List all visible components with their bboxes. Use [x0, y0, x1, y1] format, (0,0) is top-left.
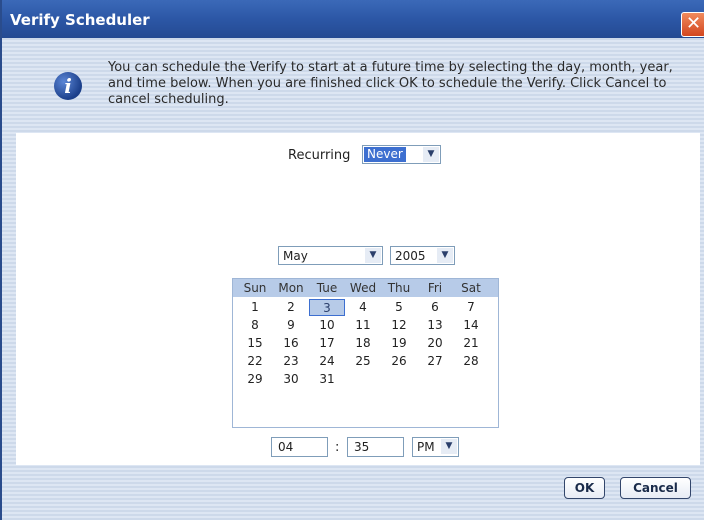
calendar-day[interactable]: 4 — [345, 299, 381, 316]
calendar-day[interactable]: 5 — [381, 299, 417, 316]
calendar-day[interactable]: 18 — [345, 335, 381, 352]
calendar-day[interactable]: 8 — [237, 317, 273, 334]
day-of-week-label: Fri — [427, 281, 443, 295]
calendar-day[interactable]: 20 — [417, 335, 453, 352]
hour-value: 04 — [278, 440, 294, 454]
calendar-day[interactable]: 7 — [453, 299, 489, 316]
cancel-button[interactable]: Cancel — [620, 477, 691, 499]
hour-field[interactable]: 04 — [271, 437, 328, 457]
calendar-day[interactable]: 27 — [417, 353, 453, 370]
calendar-day[interactable]: 19 — [381, 335, 417, 352]
chevron-down-icon[interactable]: ▼ — [423, 147, 439, 162]
ampm-select[interactable]: PM ▼ — [412, 437, 459, 457]
dialog-window: Verify Scheduler ✕ i You can schedule th… — [0, 0, 704, 520]
close-icon[interactable]: ✕ — [681, 12, 704, 37]
chevron-down-icon[interactable]: ▼ — [441, 439, 457, 454]
calendar-day[interactable]: 30 — [273, 371, 309, 388]
calendar-day[interactable]: 17 — [309, 335, 345, 352]
calendar-day[interactable]: 24 — [309, 353, 345, 370]
recurring-label: Recurring — [288, 148, 351, 163]
calendar-day[interactable]: 26 — [381, 353, 417, 370]
calendar-day[interactable]: 9 — [273, 317, 309, 334]
month-value: May — [283, 249, 308, 263]
calendar-day[interactable]: 15 — [237, 335, 273, 352]
calendar-day[interactable]: 25 — [345, 353, 381, 370]
minute-value: 35 — [354, 440, 370, 454]
ok-button[interactable]: OK — [564, 477, 605, 499]
calendar-day[interactable]: 10 — [309, 317, 345, 334]
calendar-day[interactable]: 21 — [453, 335, 489, 352]
chevron-down-icon[interactable]: ▼ — [365, 248, 381, 263]
window-title: Verify Scheduler — [10, 11, 150, 29]
calendar-day[interactable]: 16 — [273, 335, 309, 352]
calendar-grid: Sun Mon Tue Wed Thu Fri Sat 1 2 3 4 5 6 7 8 9 10 11 12 13 14… — [232, 278, 499, 428]
calendar-day[interactable]: 28 — [453, 353, 489, 370]
calendar-day[interactable]: 29 — [237, 371, 273, 388]
year-value: 2005 — [395, 249, 426, 263]
calendar-day[interactable]: 2 — [273, 299, 309, 316]
recurring-select[interactable]: Never ▼ — [362, 145, 441, 164]
calendar-day[interactable]: 1 — [237, 299, 273, 316]
year-select[interactable]: 2005 ▼ — [390, 246, 455, 265]
calendar-day[interactable]: 6 — [417, 299, 453, 316]
calendar-day[interactable]: 22 — [237, 353, 273, 370]
calendar-day[interactable]: 11 — [345, 317, 381, 334]
chevron-down-icon[interactable]: ▼ — [437, 248, 453, 263]
calendar-day[interactable]: 31 — [309, 371, 345, 388]
day-of-week-label: Sat — [461, 281, 481, 295]
instruction-message: You can schedule the Verify to start at … — [108, 60, 673, 107]
day-of-week-label: Tue — [316, 281, 338, 295]
month-select[interactable]: May ▼ — [278, 246, 383, 265]
day-of-week-label: Thu — [387, 281, 411, 295]
calendar-day[interactable]: 12 — [381, 317, 417, 334]
calendar-day[interactable]: 23 — [273, 353, 309, 370]
calendar-day-selected[interactable]: 3 — [309, 299, 345, 316]
minute-field[interactable]: 35 — [347, 437, 404, 457]
ampm-value: PM — [417, 440, 435, 454]
title-bar[interactable]: Verify Scheduler ✕ — [2, 0, 704, 38]
day-of-week-label: Wed — [349, 281, 377, 295]
day-of-week-label: Mon — [278, 281, 304, 295]
recurring-value: Never — [364, 147, 406, 162]
time-separator: : — [335, 440, 340, 455]
day-of-week-label: Sun — [243, 281, 267, 295]
calendar-day[interactable]: 14 — [453, 317, 489, 334]
calendar-day[interactable]: 13 — [417, 317, 453, 334]
info-icon: i — [54, 72, 82, 100]
